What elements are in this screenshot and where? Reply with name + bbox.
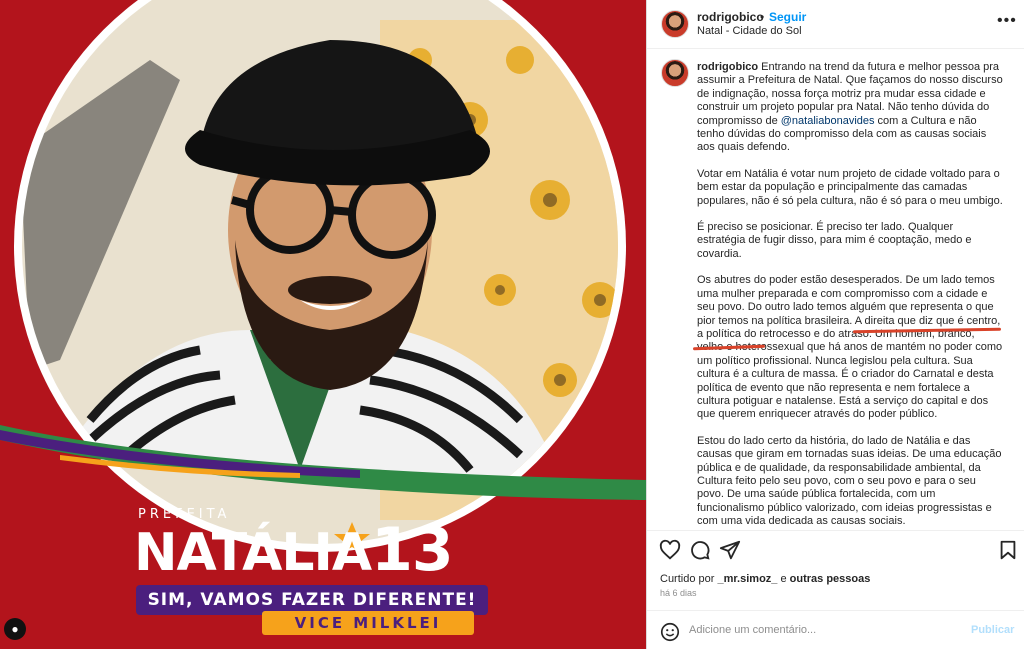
location-link[interactable]: Natal - Cidade do Sol	[697, 25, 802, 37]
liked-prefix: Curtido por	[660, 573, 718, 585]
caption-paragraph-3: É preciso se posicionar. É preciso ter l…	[697, 221, 972, 260]
caption-username[interactable]: rodrigobico	[697, 61, 758, 73]
avatar[interactable]	[661, 10, 689, 38]
emoji-icon[interactable]	[659, 621, 681, 643]
post-time-ago[interactable]: há 6 dias	[660, 588, 697, 598]
campaign-candidate-name: NATÁLIA13	[134, 520, 454, 583]
comment-bar: Adicione um comentário... Publicar	[647, 610, 1024, 651]
post-side-panel: rodrigobico • Seguir Natal - Cidade do S…	[646, 0, 1024, 649]
share-icon[interactable]	[719, 539, 741, 561]
user-tag-icon[interactable]: ●	[4, 618, 26, 640]
post-actions: Curtido por _mr.simoz_ e outras pessoas …	[647, 530, 1024, 650]
follow-button[interactable]: Seguir	[769, 10, 806, 24]
liked-others-link[interactable]: outras pessoas	[790, 573, 871, 585]
post-header: rodrigobico • Seguir Natal - Cidade do S…	[647, 0, 1024, 49]
caption-paragraph-5: Estou do lado certo da história, do lado…	[697, 434, 1002, 528]
caption-paragraph-1: rodrigobico Entrando na trend da futura …	[697, 61, 1003, 155]
post-image[interactable]: PREFEITA NATÁLIA13 SIM, VAMOS FAZER DIFE…	[0, 0, 646, 649]
publish-button[interactable]: Publicar	[971, 624, 1014, 636]
bookmark-icon[interactable]	[997, 539, 1019, 561]
liked-user-link[interactable]: _mr.simoz_	[717, 573, 777, 585]
header-username[interactable]: rodrigobico	[697, 10, 764, 24]
campaign-vice: VICE MILKLEI	[262, 611, 474, 635]
comment-input[interactable]: Adicione um comentário...	[689, 624, 816, 636]
comment-icon[interactable]	[689, 539, 711, 561]
likes-summary: Curtido por _mr.simoz_ e outras pessoas	[660, 573, 870, 585]
candidate-name: NATÁLIA	[134, 523, 372, 583]
post-caption: rodrigobico Entrando na trend da futura …	[697, 61, 1003, 529]
more-options-icon[interactable]: •••	[997, 12, 1017, 30]
caption-paragraph-2: Votar em Natália é votar num projeto de …	[697, 167, 1003, 207]
header-separator: •	[760, 10, 765, 24]
candidate-number: 13	[371, 515, 453, 585]
liked-middle: e	[777, 573, 790, 585]
heart-icon[interactable]	[659, 539, 681, 561]
caption-mention[interactable]: @nataliabonavides	[781, 115, 875, 127]
caption-avatar[interactable]	[661, 59, 689, 87]
caption-scroll-area[interactable]: rodrigobico Entrando na trend da futura …	[647, 49, 1024, 529]
